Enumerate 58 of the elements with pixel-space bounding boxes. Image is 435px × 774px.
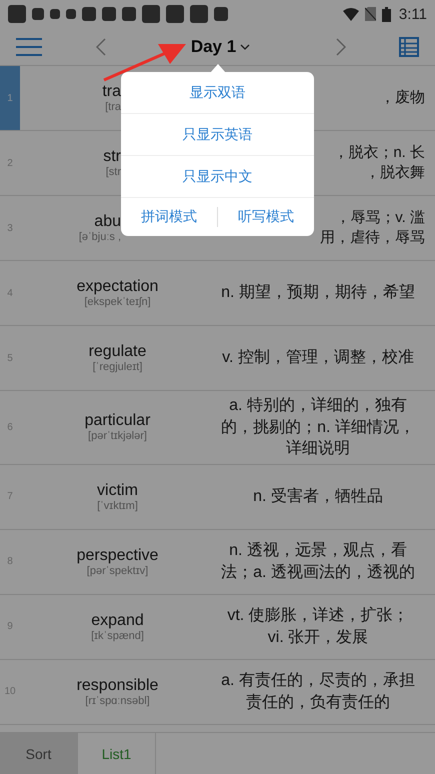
menu-icon[interactable]: [16, 38, 42, 56]
phonetic-text: [pərˈspektɪv]: [86, 564, 148, 577]
word-text: victim: [97, 482, 138, 500]
word-text: abu: [94, 213, 121, 231]
word-text: expand: [91, 612, 144, 630]
no-sim-icon: [364, 7, 376, 21]
meaning-text: n. 受害者，牺牲品: [253, 486, 383, 507]
phonetic-text: [pərˈtɪkjələr]: [88, 430, 147, 442]
meaning-text: ，脱衣；n. 长: [333, 142, 425, 163]
chevron-left-icon[interactable]: [96, 38, 106, 56]
chevron-right-icon[interactable]: [336, 38, 346, 56]
word-text: perspective: [76, 546, 158, 565]
notification-icon: [166, 5, 184, 23]
phonetic-text: [ˈvɪktɪm]: [97, 500, 138, 512]
status-time: 3:11: [398, 6, 427, 22]
menu-item[interactable]: 只显示英语: [121, 114, 314, 156]
notification-icon: [214, 7, 228, 21]
meaning-text: ，辱骂；v. 滥: [335, 208, 425, 228]
row-index: 1: [0, 66, 20, 130]
phonetic-text: [ɪkˈspænd]: [91, 630, 144, 642]
phonetic-text: [ekspekˈteɪʃn]: [84, 296, 151, 308]
meaning-text: n. 期望，预期，期待，希望: [221, 282, 415, 304]
notification-icon: [102, 7, 116, 21]
wifi-icon: [342, 8, 359, 20]
notification-icon: [8, 5, 26, 23]
meaning-text: vt. 使膨胀，详述，扩张；vi. 张开，发展: [226, 606, 410, 648]
chevron-down-icon: [240, 44, 250, 50]
menu-item[interactable]: 显示双语: [121, 72, 314, 114]
phonetic-text: [ˈregjuleɪt]: [92, 361, 142, 373]
phonetic-text: [rɪˈspɑːnsəbl]: [85, 694, 150, 707]
word-text: responsible: [76, 676, 158, 695]
meaning-text: ，废物: [380, 88, 425, 108]
word-text: expectation: [76, 278, 158, 296]
meaning-text: 用，虐待，辱骂: [320, 228, 425, 248]
word-text: str: [103, 148, 121, 166]
meaning-text: v. 控制，管理，调整，校准: [222, 348, 414, 368]
phonetic-text: [str: [106, 166, 121, 178]
phonetic-text: [tra: [105, 101, 121, 113]
word-text: particular: [84, 412, 150, 430]
day-selector[interactable]: Day 1: [190, 36, 250, 56]
word-text: tra: [102, 83, 121, 101]
meaning-text: a. 特别的，详细的，独有的，挑剔的；n. 详细情况，详细说明: [221, 396, 415, 460]
menu-item[interactable]: 只显示中文: [121, 156, 314, 198]
list-icon[interactable]: [399, 36, 419, 56]
notification-icon: [82, 7, 96, 21]
meaning-text: ，脱衣舞: [365, 163, 425, 183]
notification-icon: [122, 7, 136, 21]
word-text: regulate: [88, 343, 146, 361]
notification-icon: [32, 8, 44, 20]
battery-icon: [382, 6, 391, 22]
list-tab[interactable]: Sort: [0, 733, 78, 774]
mode-button[interactable]: 听写模式: [217, 207, 314, 227]
phonetic-text: [əˈbjuːs ,: [78, 231, 121, 243]
notification-icon: [142, 5, 160, 23]
meaning-text: a. 有责任的，尽责的，承担责任的，负有责任的: [221, 670, 415, 713]
mode-button[interactable]: 拼词模式: [121, 207, 217, 227]
meaning-text: n. 透视，远景，观点，看法；a. 透视画法的，透视的: [221, 540, 415, 583]
notification-icon: [190, 5, 208, 23]
